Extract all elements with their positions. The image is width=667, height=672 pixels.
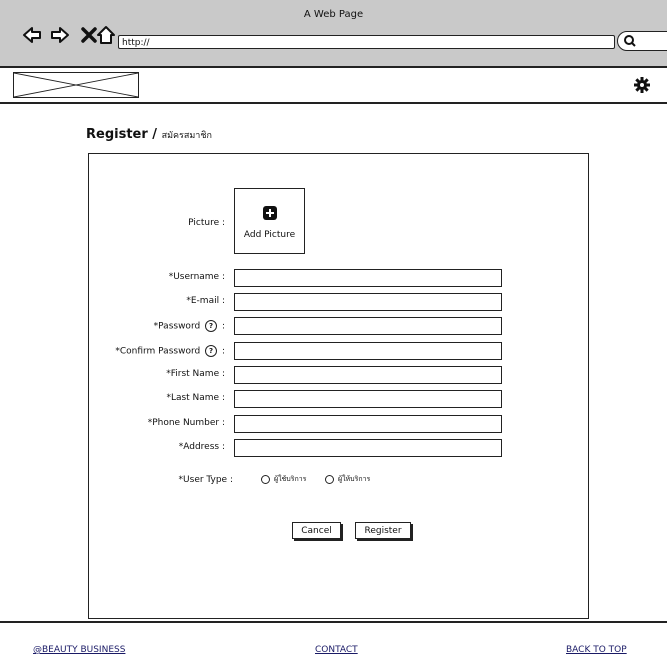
footer-back-to-top-link[interactable]: BACK TO TOP: [566, 645, 627, 655]
gear-icon[interactable]: [634, 77, 650, 93]
phone-field[interactable]: [234, 415, 502, 433]
phone-label: *Phone Number :: [147, 418, 225, 428]
first-name-label: *First Name :: [166, 369, 225, 379]
user-type-option-label: ผู้ใช้บริการ: [274, 475, 307, 483]
user-type-option-label: ผู้ให้บริการ: [338, 475, 371, 483]
page-title: Register / สมัครสมาชิก: [86, 127, 212, 142]
password-field[interactable]: [234, 317, 502, 335]
plus-icon: [262, 206, 277, 220]
app-header: [0, 68, 667, 104]
user-type-label: *User Type :: [178, 475, 233, 485]
page-title-thai: สมัครสมาชิก: [161, 131, 212, 141]
user-type-radio-provider[interactable]: ผู้ให้บริการ: [325, 474, 370, 485]
password-label: *Password: [153, 321, 201, 332]
help-icon[interactable]: ?: [205, 320, 218, 332]
email-label: *E-mail :: [186, 296, 225, 306]
page-title-text: Register /: [86, 127, 158, 142]
back-arrow-icon[interactable]: [22, 25, 42, 45]
confirm-password-field[interactable]: [234, 342, 502, 360]
footer-brand-link[interactable]: @BEAUTY BUSINESS: [33, 645, 125, 655]
picture-label: Picture :: [188, 218, 225, 228]
window-title: A Web Page: [303, 9, 364, 20]
wireframe-page: A Web Page http:// Register / สมัครสมาชิ…: [0, 0, 667, 670]
confirm-password-colon: :: [221, 346, 225, 357]
logo-placeholder[interactable]: [13, 72, 139, 98]
url-bar[interactable]: http://: [118, 35, 615, 49]
help-icon[interactable]: ?: [205, 345, 218, 357]
user-type-radio-customer[interactable]: ผู้ใช้บริการ: [261, 474, 306, 485]
footer: @BEAUTY BUSINESS CONTACT BACK TO TOP: [0, 621, 667, 672]
add-picture-label: Add Picture: [243, 230, 296, 240]
email-field[interactable]: [234, 293, 502, 311]
forward-arrow-icon[interactable]: [50, 25, 70, 45]
username-field[interactable]: [234, 269, 502, 287]
radio-icon: [325, 474, 334, 484]
last-name-field[interactable]: [234, 390, 502, 408]
first-name-field[interactable]: [234, 366, 502, 384]
username-label: *Username :: [168, 272, 225, 282]
address-field[interactable]: [234, 439, 502, 457]
registration-form: [88, 153, 589, 619]
radio-icon: [261, 474, 270, 484]
cancel-button[interactable]: Cancel: [292, 522, 341, 539]
password-label-group: *Password ? :: [154, 320, 225, 332]
confirm-password-label-group: *Confirm Password ? :: [115, 345, 225, 357]
password-colon: :: [221, 321, 225, 332]
add-picture-button[interactable]: Add Picture: [234, 188, 305, 254]
confirm-password-label: *Confirm Password: [115, 346, 201, 357]
browser-search-field[interactable]: [617, 31, 667, 51]
search-icon: [624, 35, 636, 47]
browser-chrome: A Web Page http://: [0, 0, 667, 68]
register-button[interactable]: Register: [355, 522, 411, 539]
footer-contact-link[interactable]: CONTACT: [315, 645, 358, 655]
address-label: *Address :: [178, 442, 225, 452]
last-name-label: *Last Name :: [166, 393, 225, 403]
home-icon[interactable]: [96, 25, 116, 45]
